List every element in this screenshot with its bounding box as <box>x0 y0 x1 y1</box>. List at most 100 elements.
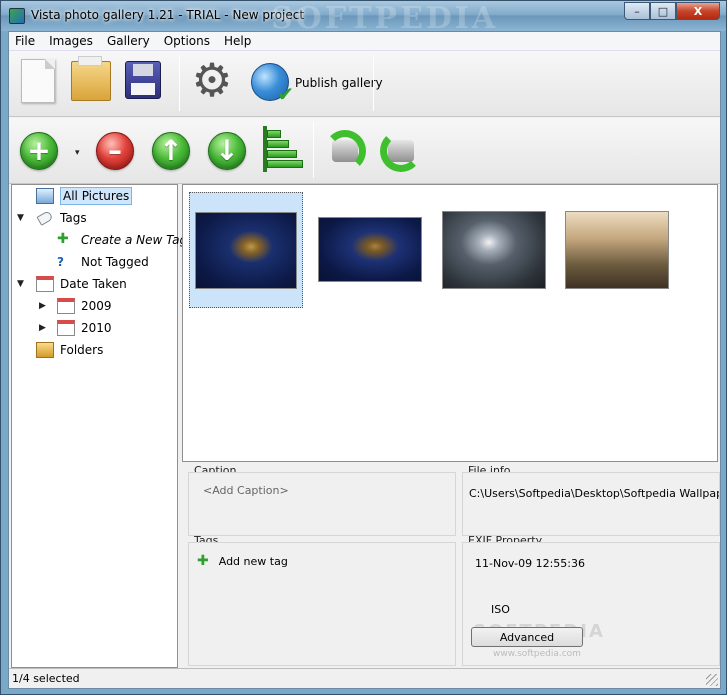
year-2010-expander-icon[interactable]: ▶ <box>39 323 46 333</box>
maximize-button[interactable]: □ <box>650 2 676 20</box>
tree-item-tags[interactable]: Tags <box>36 208 87 228</box>
thumbnail-item[interactable] <box>560 192 674 308</box>
info-panel: Caption <Add Caption> File info C:\Users… <box>182 464 720 668</box>
settings-gear-icon[interactable]: ⚙ <box>191 57 233 103</box>
tag-icon <box>36 210 54 226</box>
navigation-tree[interactable]: All Pictures ▼ Tags ✚ Create a New Tag ?… <box>11 184 187 668</box>
caption-group: Caption <Add Caption> <box>188 464 456 536</box>
folders-icon <box>36 342 54 358</box>
new-document-icon[interactable] <box>21 59 55 103</box>
tree-label: All Pictures <box>60 187 133 205</box>
app-window: Vista photo gallery 1.21 - TRIAL - New p… <box>0 0 727 695</box>
add-glyph: + <box>27 134 51 167</box>
menu-bar: File Images Gallery Options Help <box>9 32 720 51</box>
calendar-icon <box>57 320 75 336</box>
exif-iso-label: ISO <box>491 603 510 616</box>
menu-options[interactable]: Options <box>158 34 218 48</box>
date-expander-icon[interactable]: ▼ <box>17 279 24 289</box>
status-bar: 1/4 selected <box>9 668 720 688</box>
caption-box[interactable]: <Add Caption> <box>188 472 456 536</box>
tag-shape <box>36 210 54 226</box>
title-bar[interactable]: Vista photo gallery 1.21 - TRIAL - New p… <box>1 1 726 36</box>
exif-date-value: 11-Nov-09 12:55:36 <box>475 557 586 570</box>
align-row <box>267 140 289 148</box>
thumbnail-image <box>195 212 297 289</box>
align-row <box>267 160 303 168</box>
question-tag-icon: ? <box>57 255 64 269</box>
tree-label: 2010 <box>81 321 112 335</box>
rotate-left-icon[interactable] <box>322 130 368 172</box>
year-2009-expander-icon[interactable]: ▶ <box>39 301 46 311</box>
toolbar-separator <box>373 55 374 111</box>
align-row <box>267 130 281 138</box>
tags-box: ✚ Add new tag <box>188 542 456 666</box>
caption-input[interactable]: <Add Caption> <box>203 484 289 497</box>
client-area: File Images Gallery Options Help ⚙ Publi… <box>8 31 721 689</box>
tree-item-2009[interactable]: 2009 <box>57 296 112 316</box>
align-row <box>267 150 297 158</box>
thumbnail-grid[interactable] <box>182 184 718 462</box>
thumbnail-item[interactable] <box>437 192 551 308</box>
image-toolbar: + ▾ – ↑ ↓ <box>9 118 720 184</box>
add-tag-icon: ✚ <box>197 553 209 569</box>
menu-gallery[interactable]: Gallery <box>101 34 158 48</box>
selection-status: 1/4 selected <box>12 672 80 685</box>
rotate-arc <box>380 130 422 172</box>
publish-gallery-label[interactable]: Publish gallery <box>295 76 383 90</box>
add-icon[interactable]: + <box>20 132 58 170</box>
add-new-tag-link[interactable]: ✚ Add new tag <box>197 553 288 569</box>
tree-item-not-tagged[interactable]: ? Not Tagged <box>57 252 149 272</box>
new-tag-icon: ✚ <box>57 231 69 247</box>
open-folder-icon[interactable] <box>71 56 111 101</box>
tree-item-folders[interactable]: Folders <box>36 340 103 360</box>
tree-label: Create a New Tag <box>81 233 188 247</box>
fileinfo-box: C:\Users\Softpedia\Desktop\Softpedia Wal… <box>462 472 720 536</box>
thumbnail-image <box>318 217 422 282</box>
panel-watermark-url: www.softpedia.com <box>493 649 581 659</box>
dropdown-arrow-icon[interactable]: ▾ <box>75 148 80 158</box>
advanced-button[interactable]: Advanced <box>471 627 583 647</box>
publish-globe-icon[interactable] <box>251 63 294 106</box>
thumbnail-image <box>442 211 546 289</box>
tree-label: Date Taken <box>60 277 127 291</box>
rotate-arc <box>324 130 366 172</box>
tree-item-all-pictures[interactable]: All Pictures <box>36 186 133 206</box>
tree-label: Tags <box>60 211 87 225</box>
menu-file[interactable]: File <box>9 34 43 48</box>
thumbnail-item[interactable] <box>313 192 427 308</box>
menu-images[interactable]: Images <box>43 34 101 48</box>
resize-grip-icon[interactable] <box>706 674 718 686</box>
tree-item-date-taken[interactable]: Date Taken <box>36 274 127 294</box>
minimize-button[interactable]: – <box>624 2 650 20</box>
save-disk-icon[interactable] <box>125 61 161 99</box>
toolbar-separator <box>313 122 314 178</box>
exif-group: EXIF Property 11-Nov-09 12:55:36 ISO SOF… <box>462 534 720 666</box>
tree-item-create-new-tag[interactable]: ✚ Create a New Tag <box>57 230 187 250</box>
add-new-tag-label: Add new tag <box>218 554 288 568</box>
rotate-right-icon[interactable] <box>378 130 424 172</box>
main-toolbar: ⚙ Publish gallery <box>9 51 720 117</box>
fileinfo-group: File info C:\Users\Softpedia\Desktop\Sof… <box>462 464 720 536</box>
app-icon <box>9 8 25 24</box>
menu-help[interactable]: Help <box>218 34 259 48</box>
exif-box: 11-Nov-09 12:55:36 ISO SOFTPEDIA Advance… <box>462 542 720 666</box>
tree-label: Folders <box>60 343 104 357</box>
toolbar-separator <box>179 55 180 111</box>
thumbnail-item[interactable] <box>189 192 303 308</box>
move-down-icon[interactable]: ↓ <box>208 132 246 170</box>
tags-group: Tags ✚ Add new tag <box>188 534 456 666</box>
close-button[interactable]: X <box>676 2 720 20</box>
move-up-icon[interactable]: ↑ <box>152 132 190 170</box>
thumbnail-image <box>565 211 669 289</box>
tree-item-2010[interactable]: 2010 <box>57 318 112 338</box>
align-icon[interactable] <box>261 126 303 172</box>
window-title: Vista photo gallery 1.21 - TRIAL - New p… <box>31 8 305 22</box>
calendar-icon <box>36 276 54 292</box>
down-glyph: ↓ <box>215 134 239 167</box>
remove-icon[interactable]: – <box>96 132 134 170</box>
tree-label: Not Tagged <box>81 255 149 269</box>
tags-expander-icon[interactable]: ▼ <box>17 213 24 223</box>
file-path-text: C:\Users\Softpedia\Desktop\Softpedia Wal… <box>469 487 720 500</box>
pictures-icon <box>36 188 54 204</box>
remove-glyph: – <box>108 134 122 167</box>
